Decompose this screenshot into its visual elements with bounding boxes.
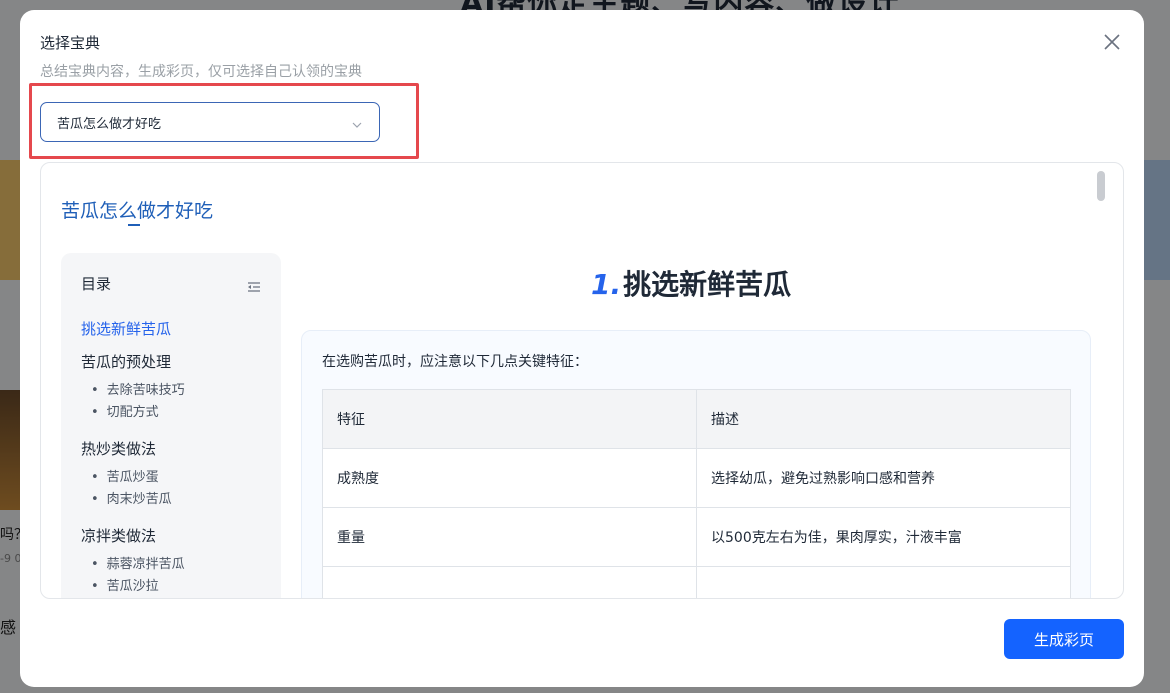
scrollbar-thumb[interactable] — [1097, 171, 1105, 201]
table-header: 描述 — [696, 389, 1071, 449]
table-row: 成熟度 选择幼瓜，避免过熟影响口感和营养 — [322, 448, 1071, 508]
table-row — [322, 566, 1071, 598]
section-number: 1. — [591, 268, 622, 301]
scroll-down-icon[interactable] — [1099, 590, 1103, 594]
collapse-menu-icon[interactable] — [247, 278, 261, 292]
title-underline — [128, 224, 140, 226]
dialog-title: 选择宝典 — [40, 34, 101, 52]
table-cell: 以500克左右为佳，果肉厚实，汁液丰富 — [696, 507, 1071, 567]
toc-section[interactable]: 热炒类做法 — [81, 438, 261, 459]
table-cell — [696, 566, 1071, 598]
guide-select[interactable]: 苦瓜怎么做才好吃 — [40, 102, 380, 142]
chevron-down-icon — [351, 116, 363, 128]
table-row: 重量 以500克左右为佳，果肉厚实，汁液丰富 — [322, 507, 1071, 567]
section-heading: 1.挑选新鲜苦瓜 — [589, 263, 792, 303]
guide-preview[interactable]: 苦瓜怎么做才好吃 目录 挑选新鲜苦瓜 苦瓜的预处理 去除苦味技巧 切配方式 热炒… — [40, 162, 1124, 599]
table-header: 特征 — [322, 389, 697, 449]
toc-item[interactable]: 肉末炒苦瓜 — [91, 489, 261, 511]
toc-title: 目录 — [81, 275, 112, 293]
toc-item[interactable]: 苦瓜炒蛋 — [91, 467, 261, 489]
toc-section[interactable]: 苦瓜的预处理 — [81, 351, 261, 372]
content-card: 在选购苦瓜时，应注意以下几点关键特征： 特征 描述 成熟度 选择幼瓜，避免过熟影… — [301, 330, 1091, 598]
generate-brochure-button[interactable]: 生成彩页 — [1004, 619, 1124, 659]
dialog-subtitle: 总结宝典内容，生成彩页，仅可选择自己认领的宝典 — [40, 64, 362, 80]
table-cell: 重量 — [322, 507, 697, 567]
table-of-contents: 目录 挑选新鲜苦瓜 苦瓜的预处理 去除苦味技巧 切配方式 热炒类做法 苦瓜炒蛋 … — [61, 253, 281, 598]
toc-section[interactable]: 挑选新鲜苦瓜 — [81, 318, 261, 339]
table-cell: 选择幼瓜，避免过熟影响口感和营养 — [696, 448, 1071, 508]
section-content: 1.挑选新鲜苦瓜 在选购苦瓜时，应注意以下几点关键特征： 特征 描述 成熟度 选… — [301, 163, 1101, 598]
document-title: 苦瓜怎么做才好吃 — [61, 200, 214, 222]
close-icon[interactable] — [1102, 32, 1122, 52]
select-guide-dialog: 选择宝典 总结宝典内容，生成彩页，仅可选择自己认领的宝典 苦瓜怎么做才好吃 苦瓜… — [20, 10, 1144, 687]
toc-item[interactable]: 苦瓜沙拉 — [91, 576, 261, 598]
table-header-row: 特征 描述 — [322, 389, 1071, 449]
table-cell — [322, 566, 697, 598]
toc-item[interactable]: 去除苦味技巧 — [91, 380, 261, 402]
guide-select-value: 苦瓜怎么做才好吃 — [57, 116, 162, 132]
toc-section[interactable]: 凉拌类做法 — [81, 525, 261, 546]
toc-item[interactable]: 蒜蓉凉拌苦瓜 — [91, 554, 261, 576]
intro-text: 在选购苦瓜时，应注意以下几点关键特征： — [322, 354, 588, 370]
toc-item[interactable]: 切配方式 — [91, 402, 261, 424]
table-cell: 成熟度 — [322, 448, 697, 508]
section-heading-text: 挑选新鲜苦瓜 — [623, 268, 792, 301]
feature-table: 特征 描述 成熟度 选择幼瓜，避免过熟影响口感和营养 重量 以500克左右为佳，… — [322, 389, 1071, 598]
